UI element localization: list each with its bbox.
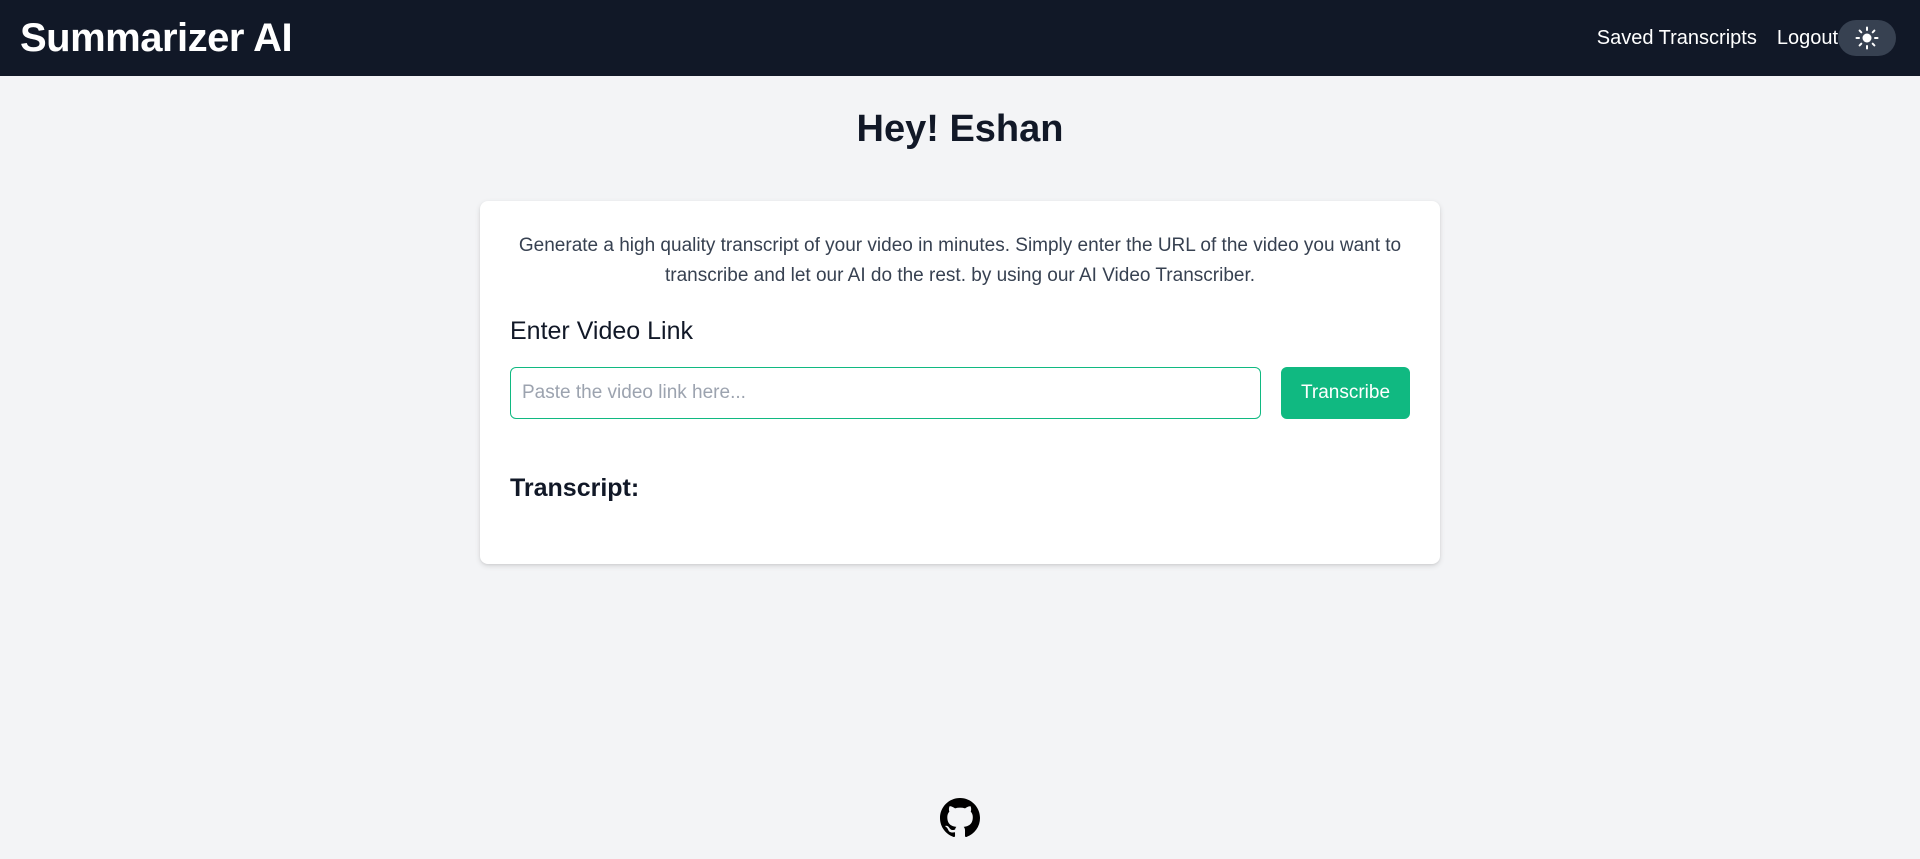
github-link[interactable] — [940, 798, 980, 838]
transcript-heading: Transcript: — [510, 474, 640, 502]
intro-text: Generate a high quality transcript of yo… — [518, 235, 1402, 286]
input-row: Transcribe — [510, 367, 1410, 419]
top-navbar: Summarizer AI Saved Transcripts Logout — [0, 0, 1920, 76]
greeting-heading: Hey! Eshan — [856, 108, 1064, 150]
transcriber-card: Generate a high quality transcript of yo… — [480, 201, 1440, 564]
nav-right: Saved Transcripts Logout — [1597, 20, 1900, 56]
saved-transcripts-link[interactable]: Saved Transcripts — [1597, 27, 1757, 50]
theme-toggle-button[interactable] — [1838, 20, 1896, 56]
brand-title[interactable]: Summarizer AI — [20, 16, 293, 61]
enter-video-link-label: Enter Video Link — [510, 317, 693, 345]
video-link-input[interactable] — [510, 367, 1261, 419]
transcribe-button[interactable]: Transcribe — [1281, 367, 1410, 419]
github-icon — [940, 798, 980, 838]
logout-link[interactable]: Logout — [1777, 27, 1838, 50]
sun-icon — [1855, 26, 1879, 50]
